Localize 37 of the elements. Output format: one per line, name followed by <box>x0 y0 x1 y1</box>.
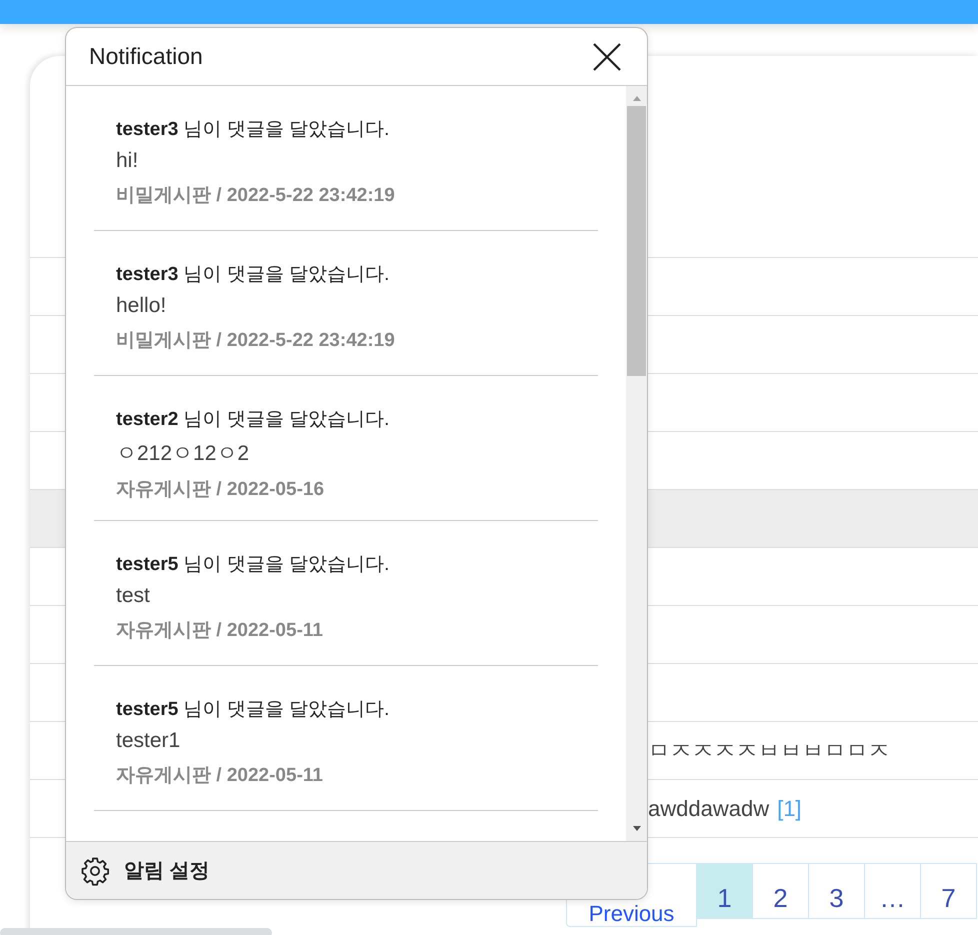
settings-icon[interactable] <box>80 856 110 886</box>
page-button[interactable]: 1 <box>697 863 753 919</box>
scroll-down-icon[interactable] <box>632 825 642 833</box>
post-title[interactable]: awddawadw <box>648 796 770 822</box>
scroll-up-icon[interactable] <box>632 94 642 102</box>
page-button[interactable]: 7 <box>921 863 977 919</box>
comment-text: hi! <box>116 149 140 173</box>
notification-message: tester2 님이 댓글을 달았습니다. <box>116 408 390 432</box>
board-date: 자유게시판 / 2022-05-16 <box>116 478 326 502</box>
board-date: 비밀게시판 / 2022-5-22 23:42:19 <box>116 329 396 353</box>
comment-text: ㅇ212ㅇ12ㅇ2 <box>116 441 250 467</box>
notification-message: tester5 님이 댓글을 달았습니다. <box>116 553 390 577</box>
panel-title: Notification <box>89 43 203 70</box>
notification-item[interactable]: tester3 님이 댓글을 달았습니다. hello! 비밀게시판 / 2022-5-22 23:42:19 <box>94 231 598 376</box>
scrollbar-thumb[interactable] <box>0 928 272 935</box>
notification-message: tester3 님이 댓글을 달았습니다. <box>116 118 390 142</box>
notification-message: tester3 님이 댓글을 달았습니다. <box>116 263 390 287</box>
page-button[interactable]: … <box>865 863 921 919</box>
post-title[interactable]: ㅁㅈㅈㅈㅈㅂㅂㅂㅁㅁㅈ <box>648 736 890 766</box>
comment-count: [1] <box>777 796 802 822</box>
board-date: 자유게시판 / 2022-05-11 <box>116 619 324 643</box>
notification-item[interactable]: tester5 님이 댓글을 달았습니다. test 자유게시판 / 2022-05-11 <box>94 521 598 666</box>
board-date: 자유게시판 / 2022-05-11 <box>116 764 324 788</box>
notification-settings-link[interactable]: 알림 설정 <box>124 857 210 884</box>
comment-text: tester1 <box>116 729 182 753</box>
page-button[interactable]: 2 <box>753 863 809 919</box>
comment-text: hello! <box>116 294 168 318</box>
comment-text: test <box>116 584 151 608</box>
close-icon[interactable] <box>592 42 622 72</box>
scrollbar[interactable] <box>626 86 647 841</box>
board-date: 비밀게시판 / 2022-5-22 23:42:19 <box>116 184 396 208</box>
notification-item[interactable]: tester2 님이 댓글을 달았습니다. ㅇ212ㅇ12ㅇ2 자유게시판 / 2022-05-16 <box>94 376 598 521</box>
page-button[interactable]: 3 <box>809 863 865 919</box>
notification-item[interactable]: tester5 님이 댓글을 달았습니다. tester1 자유게시판 / 2022-05-11 <box>94 666 598 811</box>
scrollbar-thumb[interactable] <box>627 106 646 376</box>
notification-message: tester5 님이 댓글을 달았습니다. <box>116 698 390 722</box>
notification-item[interactable]: tester3 님이 댓글을 달았습니다. hi! 비밀게시판 / 2022-5-22 23:42:19 <box>94 86 598 231</box>
